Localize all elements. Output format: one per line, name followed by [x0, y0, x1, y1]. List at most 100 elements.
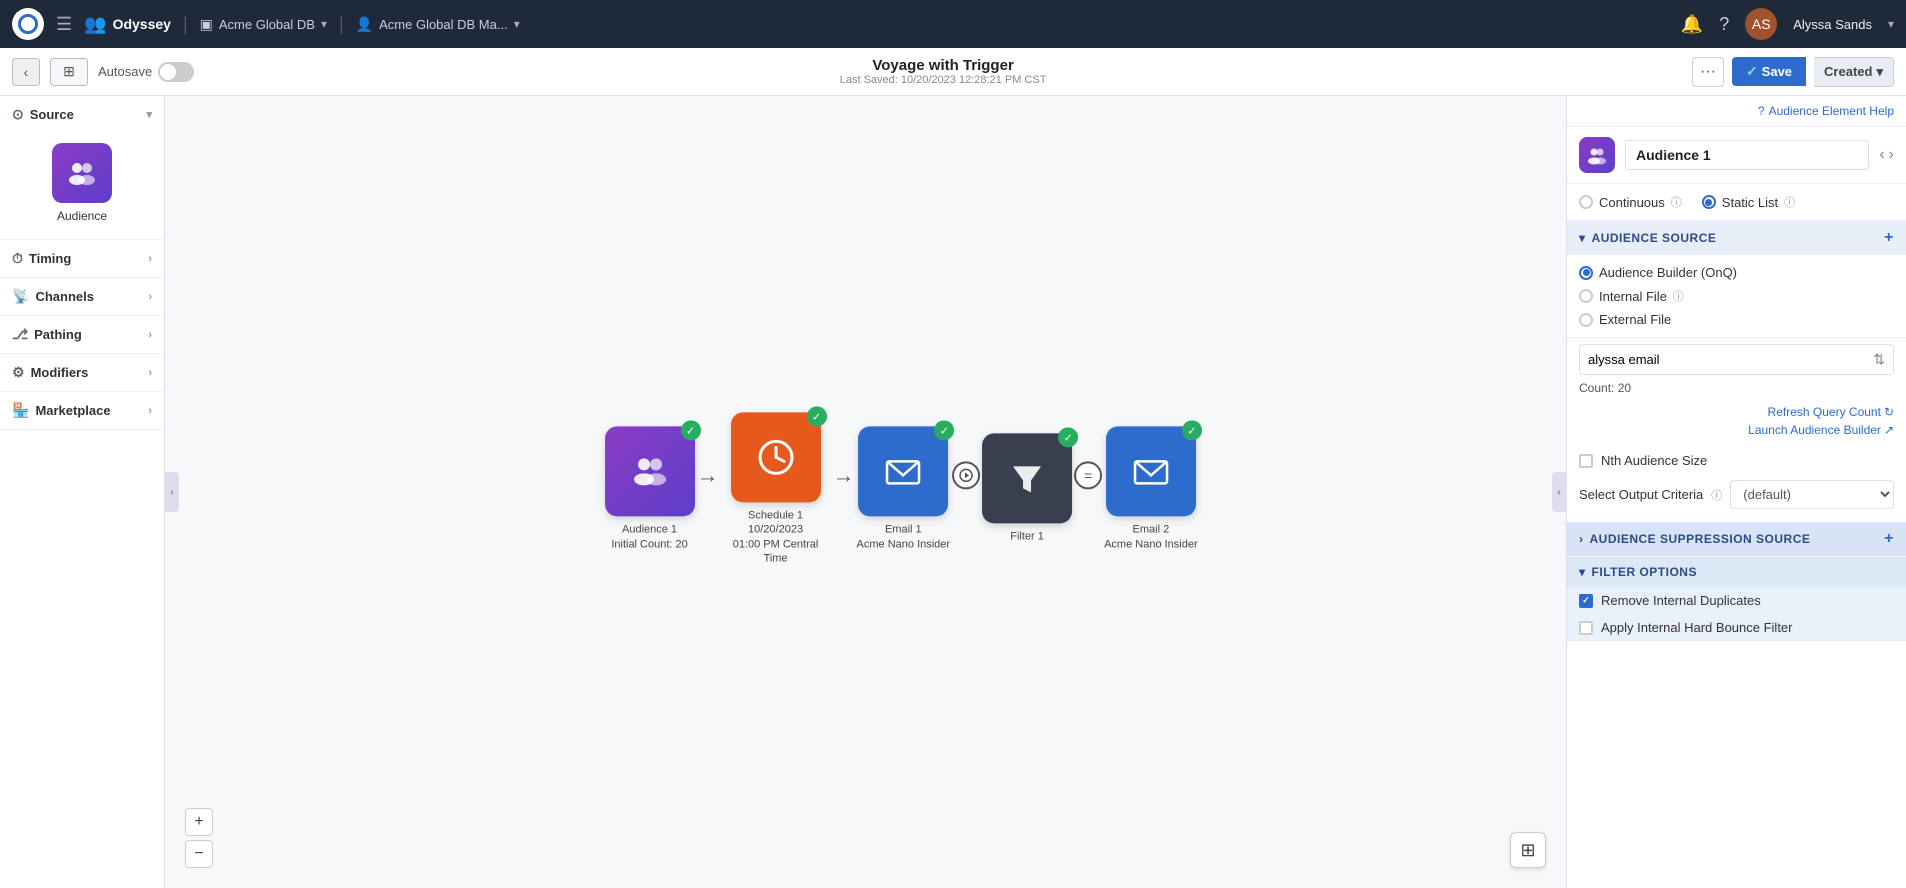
save-button[interactable]: ✓ Save — [1732, 57, 1806, 86]
workflow-node-audience1[interactable]: ✓ Audience 1 Initial Count: 20 — [605, 427, 695, 552]
autosave-toggle[interactable] — [158, 62, 194, 82]
internal-file-radio-button[interactable] — [1579, 289, 1593, 303]
filter1-check-icon: ✓ — [1058, 428, 1078, 448]
rp-continuous-radio[interactable]: Continuous ⓘ — [1579, 194, 1682, 210]
static-list-info-icon[interactable]: ⓘ — [1784, 194, 1795, 210]
hard-bounce-checkbox[interactable] — [1579, 621, 1593, 635]
audience-icon-box — [52, 143, 112, 203]
user-chevron-icon[interactable]: ▾ — [1888, 17, 1894, 31]
workflow-node-email1[interactable]: ✓ Email 1 Acme Nano Insider — [857, 427, 951, 552]
rp-header: ‹ › — [1567, 127, 1906, 184]
email2-box[interactable]: ✓ — [1106, 427, 1196, 517]
app-logo[interactable] — [12, 8, 44, 40]
rp-count: Count: 20 — [1567, 381, 1906, 401]
sidebar-modifiers-header[interactable]: ⚙ Modifiers › — [0, 354, 164, 391]
notification-bell-icon[interactable]: 🔔 — [1681, 14, 1703, 35]
username-label[interactable]: Alyssa Sands — [1793, 17, 1872, 32]
avatar[interactable]: AS — [1745, 8, 1777, 40]
rp-audience-builder-radio[interactable]: Audience Builder (OnQ) — [1579, 265, 1894, 280]
view-toggle-button[interactable]: ⊞ — [50, 58, 88, 86]
continuous-info-icon[interactable]: ⓘ — [1671, 194, 1682, 210]
rp-search-field[interactable]: ⇅ — [1579, 344, 1894, 375]
rp-audience-source-header[interactable]: ▾ AUDIENCE SOURCE + — [1567, 221, 1906, 255]
email1-check-icon: ✓ — [934, 421, 954, 441]
layers-button[interactable]: ⊞ — [1510, 832, 1546, 868]
rp-internal-file-radio[interactable]: Internal File ⓘ — [1579, 288, 1894, 304]
audience-search-input[interactable] — [1580, 346, 1865, 373]
back-button[interactable]: ‹ — [12, 58, 40, 86]
output-criteria-info-icon[interactable]: ⓘ — [1711, 487, 1722, 503]
db-manager-chevron-icon[interactable]: ▾ — [514, 17, 520, 31]
sidebar-timing-header[interactable]: ⏱ Timing › — [0, 240, 164, 277]
workflow-node-filter1[interactable]: ✓ Filter 1 — [982, 434, 1072, 544]
rp-external-file-radio[interactable]: External File — [1579, 312, 1894, 327]
audience-tile[interactable]: Audience — [52, 143, 112, 223]
rp-filter-options-header[interactable]: ▾ FILTER OPTIONS — [1567, 557, 1906, 587]
more-options-button[interactable]: ··· — [1692, 57, 1724, 87]
rp-hard-bounce-row: Apply Internal Hard Bounce Filter — [1567, 614, 1906, 641]
rp-prev-button[interactable]: ‹ — [1879, 146, 1884, 164]
sort-icon[interactable]: ⇅ — [1865, 345, 1893, 374]
remove-duplicates-checkbox[interactable]: ✓ — [1579, 594, 1593, 608]
connector-equals-circle: = — [1074, 461, 1102, 489]
sidebar-channels-header[interactable]: 📡 Channels › — [0, 278, 164, 315]
rp-next-button[interactable]: › — [1889, 146, 1894, 164]
suppression-title: AUDIENCE SUPPRESSION SOURCE — [1590, 532, 1811, 546]
workflow-node-email2[interactable]: ✓ Email 2 Acme Nano Insider — [1104, 427, 1198, 552]
sidebar-source-header[interactable]: ⊙ Source ▾ — [0, 96, 164, 133]
audience1-check-icon: ✓ — [681, 421, 701, 441]
sidebar-pathing-header[interactable]: ⎇ Pathing › — [0, 316, 164, 353]
pathing-section-icon: ⎇ — [12, 326, 28, 343]
team-selector[interactable]: 👥 Odyssey — [84, 14, 171, 35]
zoom-controls: + − — [185, 808, 213, 868]
source-label: Source — [30, 107, 74, 122]
db-manager-icon: 👤 — [356, 16, 373, 33]
audience1-count: Initial Count: 20 — [611, 537, 687, 551]
channels-section-icon: 📡 — [12, 288, 29, 305]
external-file-label: External File — [1599, 312, 1671, 327]
schedule1-box[interactable]: ✓ — [731, 412, 821, 502]
count-label: Count: 20 — [1579, 381, 1631, 395]
workflow-node-schedule1[interactable]: ✓ Schedule 1 10/20/2023 01:00 PM Central… — [721, 412, 831, 565]
rp-nth-audience-row: Nth Audience Size — [1567, 447, 1906, 474]
main-layout: ⊙ Source ▾ Audience — [0, 96, 1906, 888]
db-selector[interactable]: ▣ Acme Global DB ▾ — [200, 16, 327, 33]
audience-source-add-icon[interactable]: + — [1884, 229, 1894, 247]
element-name-input[interactable] — [1625, 140, 1869, 170]
db-manager-selector[interactable]: 👤 Acme Global DB Ma... ▾ — [356, 16, 520, 33]
filter1-title: Filter 1 — [1010, 530, 1044, 544]
zoom-in-button[interactable]: + — [185, 808, 213, 836]
output-criteria-select[interactable]: (default) — [1730, 480, 1894, 509]
audience-builder-label: Audience Builder (OnQ) — [1599, 265, 1737, 280]
toolbar: ‹ ⊞ Autosave Voyage with Trigger Last Sa… — [0, 48, 1906, 96]
email1-box[interactable]: ✓ — [858, 427, 948, 517]
connector-nav-circle — [952, 461, 980, 489]
audience1-box[interactable]: ✓ — [605, 427, 695, 517]
help-question-icon[interactable]: ? — [1719, 14, 1729, 35]
static-list-radio-button[interactable] — [1702, 195, 1716, 209]
email1-title: Email 1 — [857, 523, 951, 537]
internal-file-info-icon[interactable]: ⓘ — [1673, 288, 1684, 304]
db-chevron-icon[interactable]: ▾ — [321, 17, 327, 31]
suppression-add-icon[interactable]: + — [1884, 530, 1894, 548]
canvas-expand-right-button[interactable]: ‹ — [1552, 472, 1566, 512]
canvas-expand-left-button[interactable]: › — [165, 472, 179, 512]
sidebar-marketplace-header[interactable]: 🏪 Marketplace › — [0, 392, 164, 429]
audience-help-link[interactable]: ? Audience Element Help — [1758, 104, 1894, 118]
audience-builder-radio-button[interactable] — [1579, 266, 1593, 280]
marketplace-label: Marketplace — [35, 403, 110, 418]
sidebar-section-marketplace: 🏪 Marketplace › — [0, 392, 164, 430]
external-file-radio-button[interactable] — [1579, 313, 1593, 327]
rp-suppression-header[interactable]: › AUDIENCE SUPPRESSION SOURCE + — [1567, 522, 1906, 556]
nth-audience-checkbox[interactable] — [1579, 454, 1593, 468]
filter1-box[interactable]: ✓ — [982, 434, 1072, 524]
rp-static-list-radio[interactable]: Static List ⓘ — [1702, 194, 1795, 210]
created-button[interactable]: Created ▾ — [1814, 57, 1894, 87]
continuous-radio-button[interactable] — [1579, 195, 1593, 209]
launch-audience-builder-link[interactable]: Launch Audience Builder ↗ — [1748, 423, 1894, 437]
separator: | — [183, 14, 188, 35]
zoom-out-button[interactable]: − — [185, 840, 213, 868]
refresh-query-count-link[interactable]: Refresh Query Count ↻ — [1768, 405, 1894, 419]
hamburger-icon[interactable]: ☰ — [56, 14, 72, 35]
rp-icon-svg — [1586, 144, 1608, 166]
